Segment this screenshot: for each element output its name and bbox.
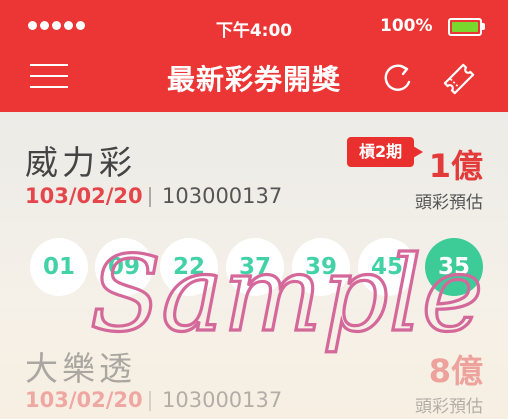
app-screen: 下午4:00 100% 最新彩券開獎 威力彩 103/02/20 1030001… <box>0 0 508 419</box>
divider <box>149 187 151 207</box>
jackpot-amount: 1億 <box>428 147 483 185</box>
battery-cap <box>482 23 485 30</box>
ticket-icon[interactable] <box>440 60 478 98</box>
lottery-card-lotto[interactable]: 大樂透 103/02/20 103000137 8億 頭彩預估 <box>0 312 508 419</box>
number-ball: 37 <box>226 238 284 296</box>
jackpot-label: 頭彩預估 <box>415 397 483 417</box>
battery-icon <box>448 18 482 36</box>
draw-date: 103/02/20 <box>25 184 143 208</box>
refresh-icon[interactable] <box>381 60 417 96</box>
number-ball: 45 <box>358 238 416 296</box>
lottery-name: 威力彩 <box>25 143 136 182</box>
jackpot-label: 頭彩預估 <box>415 193 483 213</box>
special-number-ball: 35 <box>425 238 483 296</box>
winning-numbers: 01 09 22 37 39 45 35 <box>0 238 508 296</box>
number-ball: 22 <box>160 238 218 296</box>
lottery-card-powerball[interactable]: 威力彩 103/02/20 103000137 槓2期 1億 頭彩預估 01 0… <box>0 112 508 302</box>
number-ball: 09 <box>95 238 153 296</box>
draw-date: 103/02/20 <box>25 388 143 412</box>
divider <box>149 391 151 411</box>
number-ball: 39 <box>292 238 350 296</box>
rollover-badge: 槓2期 <box>347 137 424 167</box>
status-bar: 下午4:00 100% <box>0 0 508 50</box>
draw-number: 103000137 <box>162 388 283 412</box>
draw-number: 103000137 <box>162 184 283 208</box>
battery-percent: 100% <box>380 16 433 36</box>
jackpot-amount: 8億 <box>428 352 483 390</box>
lottery-list: 威力彩 103/02/20 103000137 槓2期 1億 頭彩預估 01 0… <box>0 112 508 419</box>
number-ball: 01 <box>30 238 88 296</box>
lottery-name: 大樂透 <box>25 349 136 388</box>
page-title: 最新彩券開獎 <box>166 63 341 96</box>
app-header: 下午4:00 100% 最新彩券開獎 <box>0 0 508 112</box>
